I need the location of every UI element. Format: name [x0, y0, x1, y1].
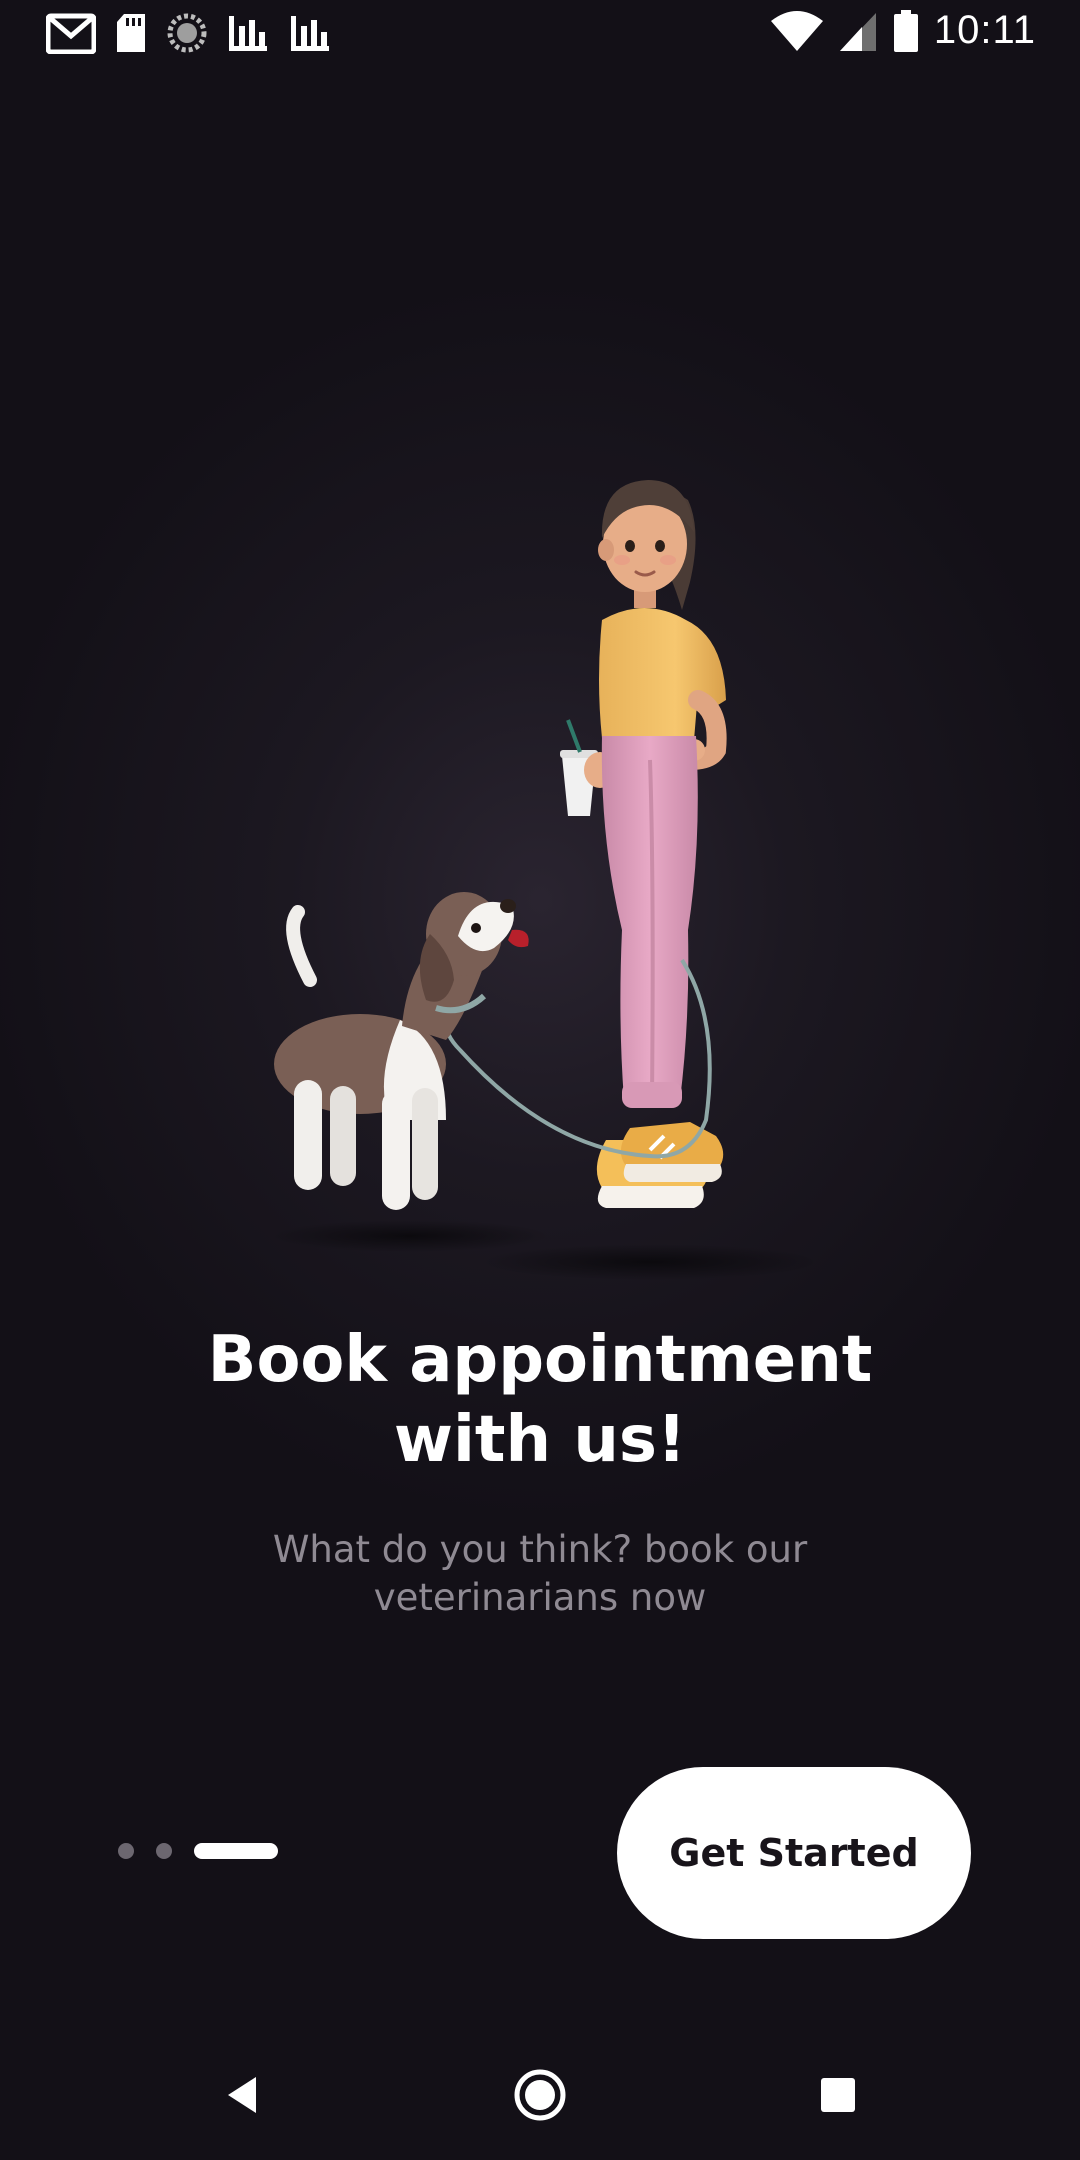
onboarding-subtitle: What do you think? book our veterinarian… [200, 1526, 880, 1622]
cell-signal-icon [839, 12, 876, 51]
title-line-1: Book appointment [207, 1323, 873, 1397]
back-button[interactable] [182, 2040, 302, 2150]
sync-icon [167, 13, 207, 53]
page-dot-3-active[interactable] [194, 1843, 278, 1859]
page-dot-1[interactable] [118, 1843, 134, 1859]
notification-icons [46, 12, 332, 54]
recents-button[interactable] [778, 2040, 898, 2150]
back-icon [228, 2077, 256, 2113]
get-started-button[interactable]: Get Started [617, 1767, 971, 1939]
home-icon [514, 2069, 566, 2121]
page-indicator [118, 1843, 278, 1859]
subtitle-line-1: What do you think? book our [272, 1528, 808, 1571]
page-dot-2[interactable] [156, 1843, 172, 1859]
gmail-icon [46, 13, 96, 54]
battery-icon [893, 9, 918, 52]
onboarding-screen: 10:11 Book appointment with us! What do … [0, 0, 1080, 2160]
system-status: 10:11 [770, 8, 1036, 53]
status-bar: 10:11 [0, 0, 1080, 66]
title-line-2: with us! [393, 1403, 687, 1477]
recents-icon [821, 2078, 855, 2112]
navigation-bar [0, 2040, 1080, 2160]
status-time: 10:11 [933, 8, 1036, 52]
signal-chart-icon [229, 16, 267, 51]
signal-chart-icon [291, 16, 329, 51]
sd-card-icon [117, 14, 145, 52]
wifi-icon [770, 10, 823, 51]
onboarding-title: Book appointment with us! [100, 1320, 980, 1480]
home-button[interactable] [480, 2040, 600, 2150]
woman-walking-dog-illustration [270, 480, 820, 1280]
subtitle-line-2: veterinarians now [373, 1576, 707, 1619]
